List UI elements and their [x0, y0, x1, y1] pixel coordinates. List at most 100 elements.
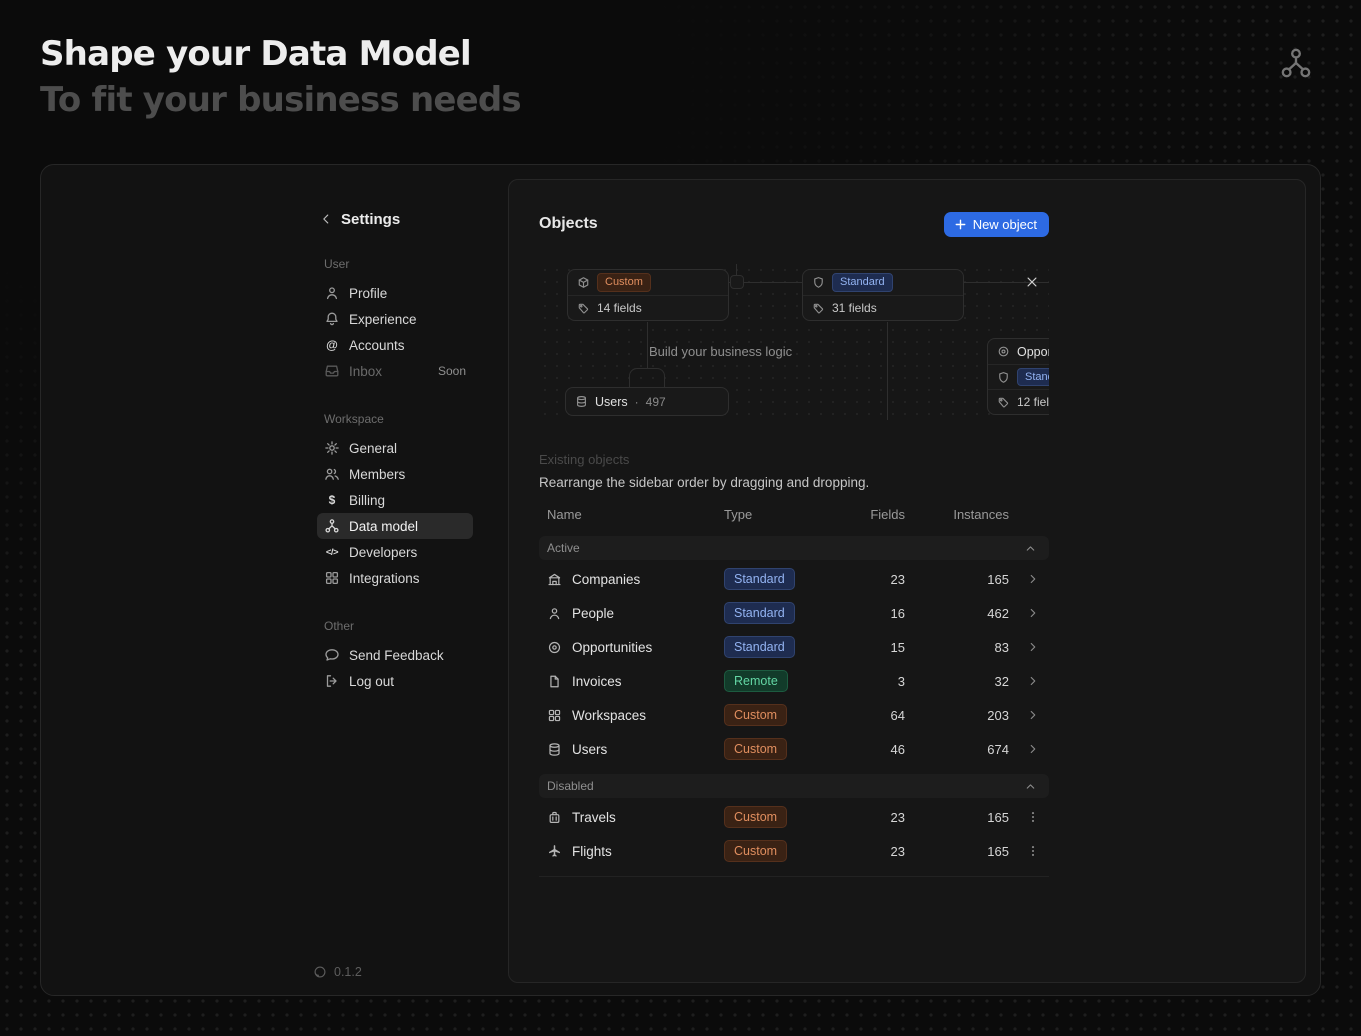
group-header-disabled[interactable]: Disabled	[539, 774, 1049, 798]
sidebar-item-developers[interactable]: </> Developers	[317, 539, 473, 565]
objects-panel: Objects New object Custom	[508, 179, 1306, 983]
group-header-active[interactable]: Active	[539, 536, 1049, 560]
gear-icon	[324, 440, 340, 456]
table-row-flights[interactable]: Flights Custom 23 165	[539, 834, 1049, 868]
sidebar-item-inbox[interactable]: Inbox Soon	[317, 358, 473, 384]
sidebar-item-members[interactable]: Members	[317, 461, 473, 487]
database-icon	[547, 742, 562, 757]
dots-vertical-icon	[1026, 844, 1040, 858]
connector-junction[interactable]	[730, 275, 744, 289]
type-badge: Standard	[724, 568, 795, 590]
sidebar-item-data-model[interactable]: Data model	[317, 513, 473, 539]
chevron-right-icon[interactable]	[1026, 708, 1040, 722]
tag-icon	[577, 302, 590, 315]
database-icon	[575, 395, 588, 408]
type-badge: Standard	[724, 636, 795, 658]
type-badge: Standard	[724, 602, 795, 624]
chevron-right-icon[interactable]	[1026, 572, 1040, 586]
chevron-right-icon[interactable]	[1026, 674, 1040, 688]
sidebar-item-log-out[interactable]: Log out	[317, 668, 473, 694]
at-icon: @	[324, 338, 340, 352]
chevron-right-icon[interactable]	[1026, 606, 1040, 620]
sidebar-item-integrations[interactable]: Integrations	[317, 565, 473, 591]
building-icon	[547, 572, 562, 587]
sidebar-item-profile[interactable]: Profile	[317, 280, 473, 306]
close-icon[interactable]	[1025, 275, 1039, 289]
soon-badge: Soon	[438, 364, 466, 378]
chevron-up-icon	[1024, 542, 1037, 555]
sidebar-item-send-feedback[interactable]: Send Feedback	[317, 642, 473, 668]
row-menu-button[interactable]	[1009, 844, 1049, 858]
plane-icon	[547, 844, 562, 859]
table-row-travels[interactable]: Travels Custom 23 165	[539, 800, 1049, 834]
shield-icon	[997, 371, 1010, 384]
dollar-icon: $	[324, 493, 340, 507]
chevron-right-icon[interactable]	[1026, 640, 1040, 654]
type-badge: Custom	[724, 806, 787, 828]
shield-icon	[812, 276, 825, 289]
column-instances: Instances	[905, 507, 1009, 522]
chevron-right-icon[interactable]	[1026, 742, 1040, 756]
target-icon	[547, 640, 562, 655]
section-label-workspace: Workspace	[324, 412, 473, 426]
suitcase-icon	[547, 810, 562, 825]
user-icon	[324, 285, 340, 301]
standard-badge: Standard	[1017, 368, 1049, 387]
object-graph-canvas[interactable]: Custom 14 fields Standard 31 fields	[539, 264, 1049, 420]
dot-separator: ·	[635, 395, 639, 409]
graph-node-users[interactable]: Users · 497	[565, 387, 729, 416]
chat-icon	[324, 647, 340, 663]
sidebar-item-billing[interactable]: $ Billing	[317, 487, 473, 513]
settings-title: Settings	[341, 211, 400, 228]
graph-node-standard[interactable]: Standard 31 fields	[802, 269, 964, 321]
column-name: Name	[539, 507, 702, 522]
code-icon: </>	[324, 547, 340, 558]
sidebar-item-experience[interactable]: Experience	[317, 306, 473, 332]
connector-line	[736, 264, 737, 275]
type-badge: Custom	[724, 840, 787, 862]
chevron-up-icon	[1024, 780, 1037, 793]
chevron-left-icon	[319, 212, 333, 226]
column-type: Type	[702, 507, 849, 522]
users-count: 497	[646, 395, 666, 409]
type-badge: Remote	[724, 670, 788, 692]
cube-icon	[577, 276, 590, 289]
custom-badge: Custom	[597, 273, 651, 292]
table-divider	[539, 876, 1049, 877]
users-icon	[324, 466, 340, 482]
graph-node-opportunities[interactable]: Opportunities Standard 12 fields	[987, 338, 1049, 415]
standard-badge: Standard	[832, 273, 893, 292]
table-row-invoices[interactable]: Invoices Remote 3 32	[539, 664, 1049, 698]
table-row-companies[interactable]: Companies Standard 23 165	[539, 562, 1049, 596]
table-row-workspaces[interactable]: Workspaces Custom 64 203	[539, 698, 1049, 732]
hero: Shape your Data Model To fit your busine…	[40, 34, 521, 120]
github-icon	[313, 965, 327, 979]
dots-vertical-icon	[1026, 810, 1040, 824]
column-fields: Fields	[849, 507, 905, 522]
section-label-other: Other	[324, 619, 473, 633]
connector-merge	[629, 368, 665, 387]
sidebar-item-general[interactable]: General	[317, 435, 473, 461]
section-label-user: User	[324, 257, 473, 271]
table-row-people[interactable]: People Standard 16 462	[539, 596, 1049, 630]
new-object-button[interactable]: New object	[944, 212, 1049, 237]
page-title: Shape your Data Model	[40, 34, 521, 74]
sidebar-item-accounts[interactable]: @ Accounts	[317, 332, 473, 358]
data-model-icon	[324, 518, 340, 534]
grid-icon	[324, 570, 340, 586]
plus-icon	[954, 218, 967, 231]
target-icon	[997, 345, 1010, 358]
version-number: 0.1.2	[334, 965, 362, 979]
settings-back-button[interactable]: Settings	[317, 209, 473, 229]
bell-icon	[324, 311, 340, 327]
user-icon	[547, 606, 562, 621]
table-row-users[interactable]: Users Custom 46 674	[539, 732, 1049, 766]
data-model-icon	[1279, 46, 1313, 80]
graph-node-custom[interactable]: Custom 14 fields	[567, 269, 729, 321]
objects-title: Objects	[539, 215, 598, 233]
settings-window: Settings User Profile Experience @ Accou…	[40, 164, 1321, 996]
version-info: 0.1.2	[313, 965, 362, 979]
table-row-opportunities[interactable]: Opportunities Standard 15 83	[539, 630, 1049, 664]
row-menu-button[interactable]	[1009, 810, 1049, 824]
existing-objects-heading: Existing objects	[539, 452, 1049, 467]
